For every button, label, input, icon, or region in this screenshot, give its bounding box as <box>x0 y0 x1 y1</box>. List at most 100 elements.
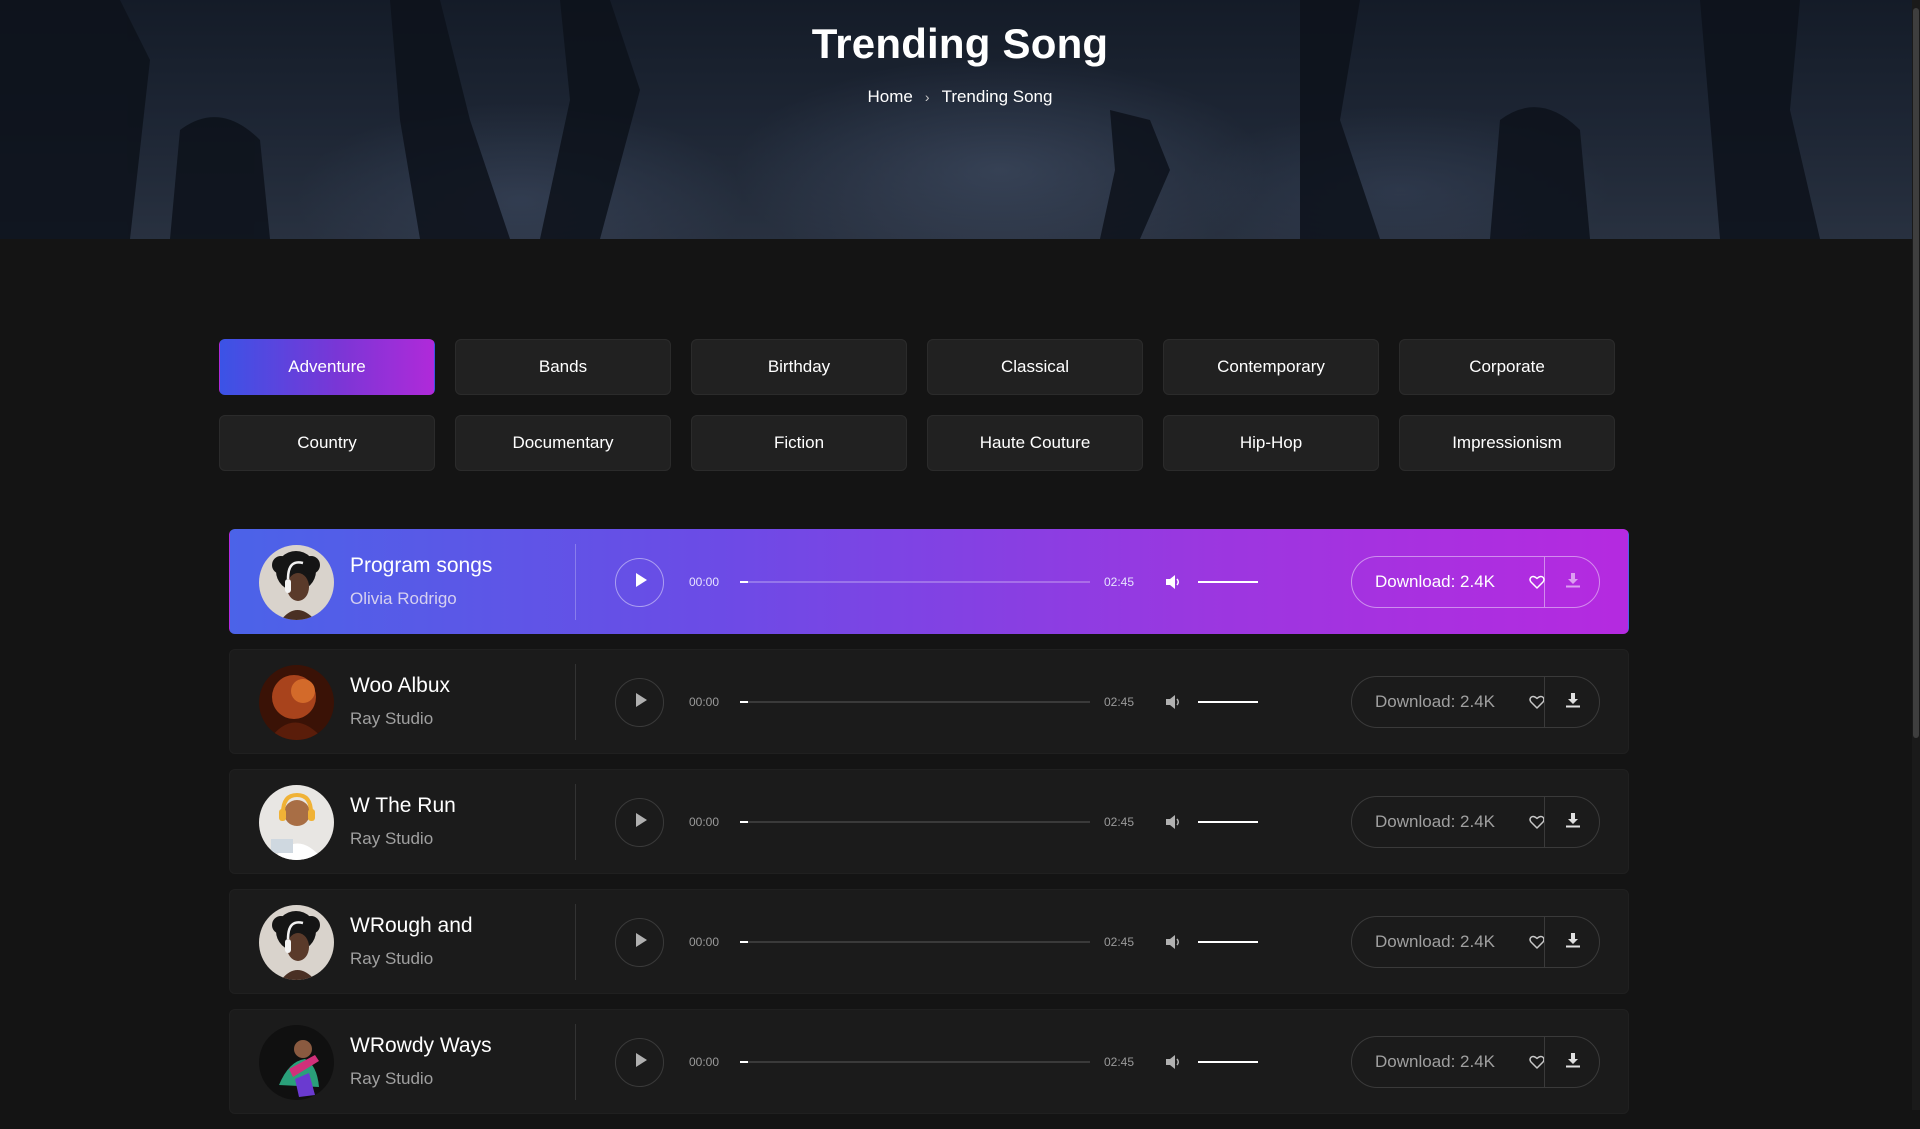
play-button[interactable] <box>615 678 664 727</box>
volume-slider[interactable] <box>1198 941 1258 943</box>
download-icon <box>1564 811 1582 834</box>
duration: 02:45 <box>1104 695 1135 709</box>
current-time: 00:00 <box>689 695 720 709</box>
play-icon <box>630 572 649 593</box>
track-cover-image <box>259 665 334 740</box>
volume-slider[interactable] <box>1198 701 1258 703</box>
chevron-right-icon: › <box>924 89 930 105</box>
scrollbar-thumb[interactable] <box>1913 8 1919 738</box>
download-icon <box>1564 931 1582 954</box>
play-icon <box>630 812 649 833</box>
track-row[interactable]: WRowdy Ways Ray Studio 00:00 02:45 Downl… <box>229 1009 1629 1114</box>
download-group: Download: 2.4K <box>1351 1036 1600 1088</box>
play-button[interactable] <box>615 1038 664 1087</box>
seek-bar-fill <box>740 1061 748 1063</box>
seek-bar-fill <box>740 941 748 943</box>
volume-slider[interactable] <box>1198 821 1258 823</box>
breadcrumb-home-link[interactable]: Home <box>868 87 913 107</box>
volume-slider-fill <box>1198 941 1258 943</box>
category-button-impressionism[interactable]: Impressionism <box>1399 415 1615 471</box>
category-button-classical[interactable]: Classical <box>927 339 1143 395</box>
track-artist: Olivia Rodrigo <box>350 589 457 608</box>
duration: 02:45 <box>1104 1055 1135 1069</box>
seek-bar[interactable] <box>740 701 1090 703</box>
track-artist: Ray Studio <box>350 1069 434 1088</box>
download-button[interactable] <box>1545 797 1600 847</box>
track-artist: Ray Studio <box>350 709 434 728</box>
download-count[interactable]: Download: 2.4K <box>1352 932 1515 952</box>
volume-slider-fill <box>1198 701 1258 703</box>
track-title[interactable]: Woo Albux <box>350 674 450 698</box>
track-title[interactable]: WRowdy Ways <box>350 1034 492 1058</box>
track-cover-image <box>259 905 334 980</box>
current-time: 00:00 <box>689 1055 720 1069</box>
seek-bar-fill <box>740 581 748 583</box>
volume-slider[interactable] <box>1198 1061 1258 1063</box>
download-group: Download: 2.4K <box>1351 676 1600 728</box>
category-button-hip-hop[interactable]: Hip-Hop <box>1163 415 1379 471</box>
download-group: Download: 2.4K <box>1351 556 1600 608</box>
track-list: Program songs Olivia Rodrigo 00:00 02:45… <box>229 529 1629 1129</box>
volume-slider[interactable] <box>1198 581 1258 583</box>
download-count[interactable]: Download: 2.4K <box>1352 812 1515 832</box>
volume-slider-fill <box>1198 581 1258 583</box>
volume-icon[interactable] <box>1164 813 1182 831</box>
category-button-adventure[interactable]: Adventure <box>219 339 435 395</box>
download-button[interactable] <box>1545 917 1600 967</box>
track-row[interactable]: W The Run Ray Studio 00:00 02:45 Downloa… <box>229 769 1629 874</box>
download-group: Download: 2.4K <box>1351 916 1600 968</box>
duration: 02:45 <box>1104 575 1135 589</box>
category-button-documentary[interactable]: Documentary <box>455 415 671 471</box>
track-title[interactable]: W The Run <box>350 794 456 818</box>
play-icon <box>630 692 649 713</box>
category-button-country[interactable]: Country <box>219 415 435 471</box>
download-count[interactable]: Download: 2.4K <box>1352 572 1515 592</box>
play-icon <box>630 932 649 953</box>
divider <box>575 784 576 860</box>
play-icon <box>630 1052 649 1073</box>
volume-icon[interactable] <box>1164 573 1182 591</box>
track-title[interactable]: WRough and <box>350 914 473 938</box>
current-time: 00:00 <box>689 815 720 829</box>
seek-bar[interactable] <box>740 1061 1090 1063</box>
volume-slider-fill <box>1198 1061 1258 1063</box>
category-button-fiction[interactable]: Fiction <box>691 415 907 471</box>
seek-bar[interactable] <box>740 821 1090 823</box>
track-title[interactable]: Program songs <box>350 554 492 578</box>
category-button-birthday[interactable]: Birthday <box>691 339 907 395</box>
play-button[interactable] <box>615 918 664 967</box>
category-button-corporate[interactable]: Corporate <box>1399 339 1615 395</box>
track-row[interactable]: Woo Albux Ray Studio 00:00 02:45 Downloa… <box>229 649 1629 754</box>
category-button-bands[interactable]: Bands <box>455 339 671 395</box>
track-row[interactable]: Program songs Olivia Rodrigo 00:00 02:45… <box>229 529 1629 634</box>
track-artist: Ray Studio <box>350 949 434 968</box>
volume-icon[interactable] <box>1164 1053 1182 1071</box>
track-cover-image <box>259 545 334 620</box>
volume-icon[interactable] <box>1164 693 1182 711</box>
download-count[interactable]: Download: 2.4K <box>1352 1052 1515 1072</box>
breadcrumb: Home › Trending Song <box>0 87 1920 107</box>
download-button[interactable] <box>1545 1037 1600 1087</box>
play-button[interactable] <box>615 558 664 607</box>
duration: 02:45 <box>1104 935 1135 949</box>
divider <box>575 904 576 980</box>
current-time: 00:00 <box>689 575 720 589</box>
track-row[interactable]: WRough and Ray Studio 00:00 02:45 Downlo… <box>229 889 1629 994</box>
volume-icon[interactable] <box>1164 933 1182 951</box>
current-time: 00:00 <box>689 935 720 949</box>
page-scrollbar[interactable] <box>1912 0 1920 1110</box>
seek-bar[interactable] <box>740 941 1090 943</box>
seek-bar[interactable] <box>740 581 1090 583</box>
download-button[interactable] <box>1545 677 1600 727</box>
play-button[interactable] <box>615 798 664 847</box>
volume-slider-fill <box>1198 821 1258 823</box>
page-title: Trending Song <box>811 20 1109 67</box>
download-button[interactable] <box>1545 557 1600 607</box>
duration: 02:45 <box>1104 815 1135 829</box>
download-icon <box>1564 571 1582 594</box>
download-group: Download: 2.4K <box>1351 796 1600 848</box>
category-button-contemporary[interactable]: Contemporary <box>1163 339 1379 395</box>
track-cover-image <box>259 785 334 860</box>
download-count[interactable]: Download: 2.4K <box>1352 692 1515 712</box>
category-button-haute-couture[interactable]: Haute Couture <box>927 415 1143 471</box>
